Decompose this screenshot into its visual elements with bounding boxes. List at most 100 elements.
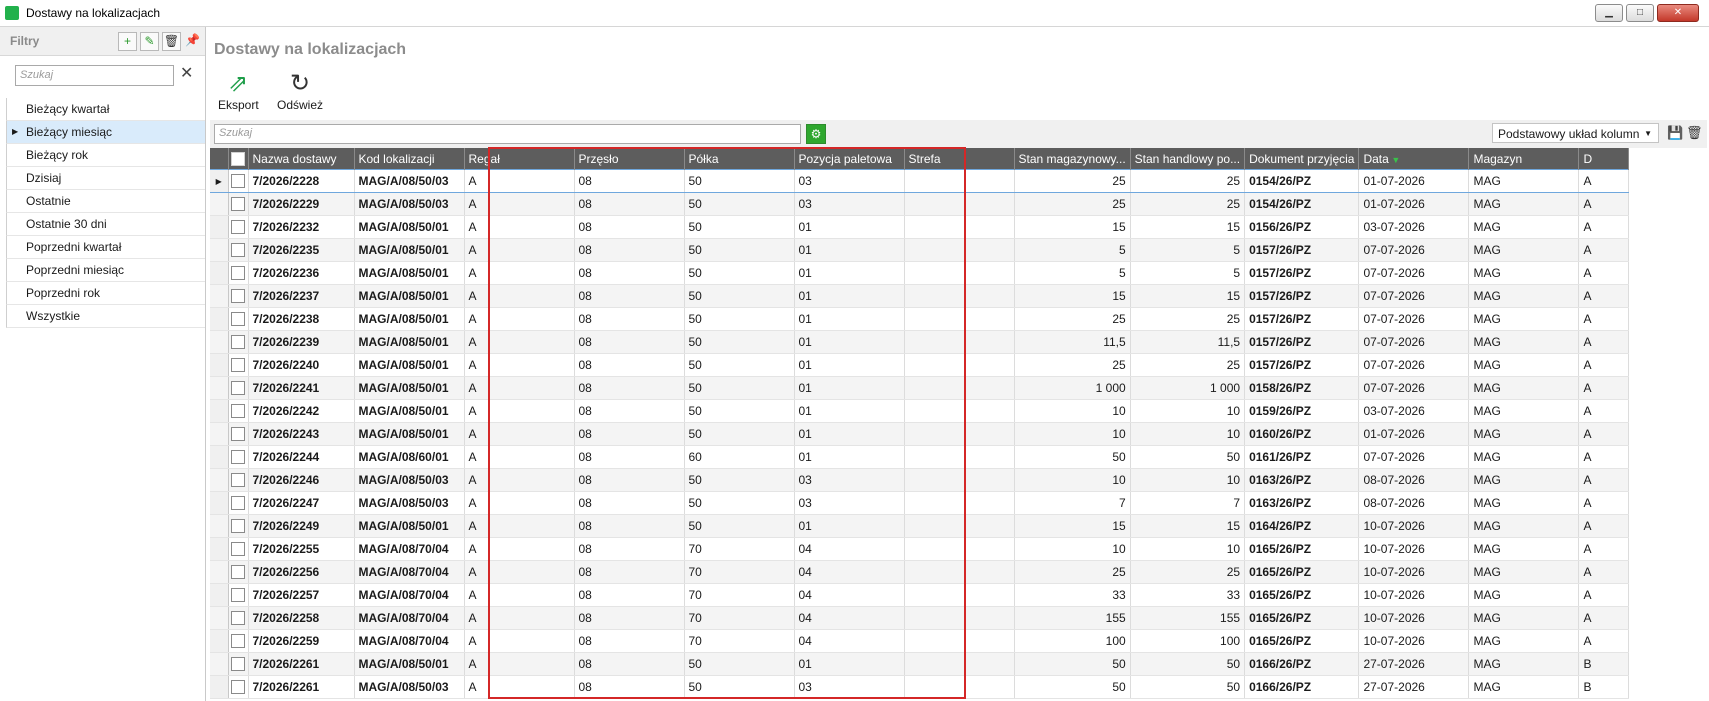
- row-checkbox[interactable]: [228, 445, 249, 469]
- row-checkbox[interactable]: [228, 537, 249, 561]
- column-layout-select[interactable]: Podstawowy układ kolumn ▼: [1492, 123, 1659, 143]
- clear-search-icon[interactable]: ✕: [180, 63, 193, 83]
- table-cell: 25: [1014, 560, 1131, 584]
- column-header[interactable]: Magazyn: [1468, 148, 1580, 170]
- table-row[interactable]: 7/2026/2243 MAG/A/08/50/01 A 08 50 01 10 10 0160…: [210, 422, 1630, 446]
- table-row[interactable]: 7/2026/2246 MAG/A/08/50/03 A 08 50 03 10 10 0163…: [210, 468, 1630, 492]
- table-row[interactable]: 7/2026/2232 MAG/A/08/50/01 A 08 50 01 15 15 0156…: [210, 215, 1630, 239]
- table-row[interactable]: 7/2026/2255 MAG/A/08/70/04 A 08 70 04 10 10 0165…: [210, 537, 1630, 561]
- minimize-button[interactable]: ▁: [1595, 4, 1623, 22]
- table-cell: A: [1578, 491, 1630, 515]
- filter-item[interactable]: Bieżący kwartał: [6, 98, 205, 121]
- column-header[interactable]: Stan magazynowy...: [1014, 148, 1131, 170]
- close-button[interactable]: ✕: [1657, 4, 1699, 22]
- row-indicator: [210, 675, 229, 699]
- row-checkbox[interactable]: [228, 261, 249, 285]
- column-header[interactable]: Data ▼: [1358, 148, 1470, 170]
- row-checkbox[interactable]: [228, 307, 249, 331]
- filter-item[interactable]: Dzisiaj: [6, 167, 205, 190]
- refresh-button[interactable]: ↻ Odśwież: [277, 70, 323, 112]
- row-checkbox[interactable]: [228, 675, 249, 699]
- table-row[interactable]: 7/2026/2249 MAG/A/08/50/01 A 08 50 01 15 15 0164…: [210, 514, 1630, 538]
- row-checkbox[interactable]: [228, 491, 249, 515]
- filter-item[interactable]: Wszystkie: [6, 305, 205, 328]
- filter-item[interactable]: Ostatnie 30 dni: [6, 213, 205, 236]
- filter-item[interactable]: Bieżący rok: [6, 144, 205, 167]
- delete-layout-icon[interactable]: 🗑: [1686, 125, 1703, 141]
- table-row[interactable]: 7/2026/2235 MAG/A/08/50/01 A 08 50 01 5 5 0157/2…: [210, 238, 1630, 262]
- row-checkbox[interactable]: [228, 169, 249, 193]
- row-checkbox[interactable]: [228, 629, 249, 653]
- column-header[interactable]: Półka: [684, 148, 795, 170]
- table-row[interactable]: 7/2026/2239 MAG/A/08/50/01 A 08 50 01 11,5 11,5…: [210, 330, 1630, 354]
- column-header[interactable]: D: [1578, 148, 1630, 170]
- table-row[interactable]: 7/2026/2256 MAG/A/08/70/04 A 08 70 04 25 25 0165…: [210, 560, 1630, 584]
- table-row[interactable]: 7/2026/2261 MAG/A/08/50/01 A 08 50 01 50 50 0166…: [210, 652, 1630, 676]
- table-row[interactable]: 7/2026/2241 MAG/A/08/50/01 A 08 50 01 1 000 1 0…: [210, 376, 1630, 400]
- filters-search-input[interactable]: Szukaj: [15, 65, 174, 86]
- column-header[interactable]: Stan handlowy po...: [1130, 148, 1246, 170]
- column-header[interactable]: Strefa: [904, 148, 1015, 170]
- pin-icon[interactable]: 📌: [184, 32, 201, 49]
- table-cell: A: [1578, 169, 1630, 193]
- row-checkbox[interactable]: [228, 376, 249, 400]
- table-cell: MAG: [1468, 192, 1580, 216]
- grid-search-input[interactable]: Szukaj: [214, 124, 801, 144]
- table-row[interactable]: ▶ 7/2026/2228 MAG/A/08/50/03 A 08 50 03 25 25 015…: [210, 169, 1630, 193]
- row-checkbox[interactable]: [228, 583, 249, 607]
- table-row[interactable]: 7/2026/2229 MAG/A/08/50/03 A 08 50 03 25 25 0154…: [210, 192, 1630, 216]
- table-row[interactable]: 7/2026/2257 MAG/A/08/70/04 A 08 70 04 33 33 0165…: [210, 583, 1630, 607]
- column-header[interactable]: Kod lokalizacji: [354, 148, 465, 170]
- column-header[interactable]: Pozycja paletowa: [794, 148, 905, 170]
- delete-filter-icon[interactable]: 🗑: [162, 32, 181, 51]
- table-row[interactable]: 7/2026/2237 MAG/A/08/50/01 A 08 50 01 15 15 0157…: [210, 284, 1630, 308]
- row-checkbox[interactable]: [228, 238, 249, 262]
- table-row[interactable]: 7/2026/2236 MAG/A/08/50/01 A 08 50 01 5 5 0157/2…: [210, 261, 1630, 285]
- table-cell: A: [464, 353, 575, 377]
- column-header[interactable]: Dokument przyjęcia: [1244, 148, 1360, 170]
- table-row[interactable]: 7/2026/2258 MAG/A/08/70/04 A 08 70 04 155 155 01…: [210, 606, 1630, 630]
- table-cell: A: [464, 169, 575, 193]
- column-header[interactable]: Przęsło: [574, 148, 685, 170]
- sort-filter-icon[interactable]: ▼: [1389, 155, 1400, 165]
- table-row[interactable]: 7/2026/2259 MAG/A/08/70/04 A 08 70 04 100 100 01…: [210, 629, 1630, 653]
- table-row[interactable]: 7/2026/2261 MAG/A/08/50/03 A 08 50 03 50 50 0166…: [210, 675, 1630, 699]
- row-checkbox[interactable]: [228, 468, 249, 492]
- edit-filter-icon[interactable]: ✎: [140, 32, 159, 51]
- filter-item[interactable]: Poprzedni kwartał: [6, 236, 205, 259]
- maximize-button[interactable]: □: [1626, 4, 1654, 22]
- table-row[interactable]: 7/2026/2242 MAG/A/08/50/01 A 08 50 01 10 10 0159…: [210, 399, 1630, 423]
- save-layout-icon[interactable]: 💾: [1667, 125, 1683, 141]
- add-filter-icon[interactable]: +: [118, 32, 137, 51]
- row-checkbox[interactable]: [228, 560, 249, 584]
- column-header[interactable]: Nazwa dostawy: [248, 148, 355, 170]
- row-checkbox[interactable]: [228, 330, 249, 354]
- row-checkbox[interactable]: [228, 192, 249, 216]
- row-checkbox[interactable]: [228, 353, 249, 377]
- table-cell: 7/2026/2232: [248, 215, 355, 239]
- table-cell: 01: [794, 399, 905, 423]
- filter-item[interactable]: Poprzedni rok: [6, 282, 205, 305]
- row-checkbox[interactable]: [228, 514, 249, 538]
- table-cell: [904, 445, 1015, 469]
- select-all-checkbox[interactable]: [228, 148, 249, 170]
- table-cell: 07-07-2026: [1358, 238, 1470, 262]
- filter-item[interactable]: ▶ Bieżący miesiąc: [6, 121, 205, 144]
- filter-item[interactable]: Ostatnie: [6, 190, 205, 213]
- filter-item[interactable]: Poprzedni miesiąc: [6, 259, 205, 282]
- export-button[interactable]: ⇗ Eksport: [218, 70, 259, 112]
- row-checkbox[interactable]: [228, 399, 249, 423]
- row-checkbox[interactable]: [228, 215, 249, 239]
- table-cell: 01-07-2026: [1358, 192, 1470, 216]
- table-row[interactable]: 7/2026/2240 MAG/A/08/50/01 A 08 50 01 25 25 0157…: [210, 353, 1630, 377]
- table-row[interactable]: 7/2026/2247 MAG/A/08/50/03 A 08 50 03 7 7 0163/2…: [210, 491, 1630, 515]
- row-checkbox[interactable]: [228, 284, 249, 308]
- table-row[interactable]: 7/2026/2238 MAG/A/08/50/01 A 08 50 01 25 25 0157…: [210, 307, 1630, 331]
- column-header-label: Przęsło: [578, 151, 619, 166]
- grid-settings-icon[interactable]: ⚙: [806, 124, 826, 144]
- row-checkbox[interactable]: [228, 422, 249, 446]
- column-header[interactable]: Regał: [464, 148, 575, 170]
- row-checkbox[interactable]: [228, 652, 249, 676]
- row-checkbox[interactable]: [228, 606, 249, 630]
- table-row[interactable]: 7/2026/2244 MAG/A/08/60/01 A 08 60 01 50 50 0161…: [210, 445, 1630, 469]
